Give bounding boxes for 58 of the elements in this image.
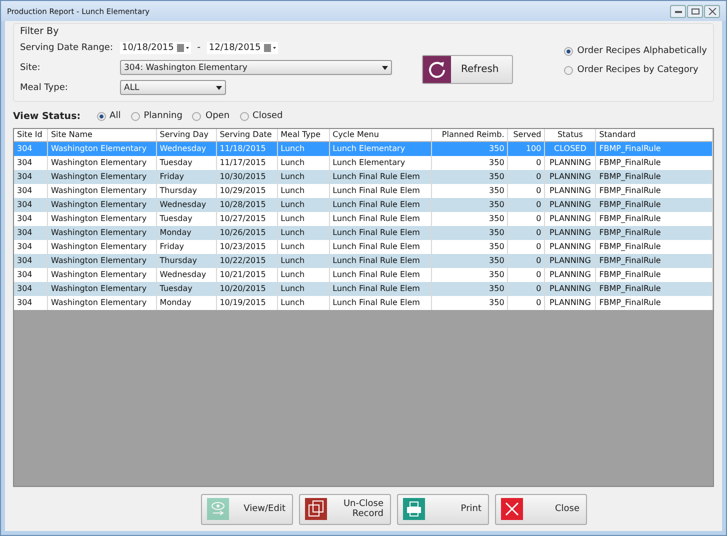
table-row[interactable]: 304 Washington Elementary Wednesday 10/21/2015 Lunch Lunch Final Rule Elem 350 0 PLANNING FBMP_FinalRule bbox=[14, 268, 713, 282]
table-cell: 10/19/2015 bbox=[216, 296, 278, 310]
order-radio[interactable]: Order Recipes by Category bbox=[564, 65, 707, 75]
table-row[interactable]: 304 Washington Elementary Thursday 10/29/2015 Lunch Lunch Final Rule Elem 350 0 PLANNING FBMP_FinalRule bbox=[14, 184, 713, 198]
table-row[interactable]: 304 Washington Elementary Tuesday 10/20/2015 Lunch Lunch Final Rule Elem 350 0 PLANNING FBMP_FinalRule bbox=[14, 282, 713, 296]
table-cell: 350 bbox=[432, 296, 508, 310]
radio-dot[interactable] bbox=[564, 66, 574, 74]
view-status-label: View Status: bbox=[13, 110, 81, 122]
dropdown-arrow-icon bbox=[216, 86, 222, 90]
range-separator: - bbox=[196, 42, 202, 53]
refresh-icon bbox=[423, 56, 451, 83]
table-cell: Monday bbox=[156, 296, 217, 310]
table-cell: Washington Elementary bbox=[48, 296, 157, 310]
table-cell: 304 bbox=[14, 296, 48, 310]
site-dropdown[interactable]: 304: Washington Elementary bbox=[120, 60, 392, 75]
calendar-icon bbox=[176, 44, 189, 52]
calendar-icon bbox=[264, 44, 276, 52]
table-cell: Lunch Final Rule Elem bbox=[330, 296, 432, 310]
radio-dot[interactable] bbox=[564, 46, 574, 56]
close-icon bbox=[708, 8, 716, 14]
date-field[interactable]: 12/18/2015 bbox=[206, 42, 278, 54]
table-row[interactable]: 304 Washington Elementary Monday 10/26/2015 Lunch Lunch Final Rule Elem 350 0 PLANNING FBMP_FinalRule bbox=[14, 226, 713, 240]
maximize-icon bbox=[690, 8, 700, 14]
table-row[interactable]: 304 Washington Elementary Tuesday 11/17/2015 Lunch Lunch Elementary 350 0 PLANNING FBMP_FinalRule bbox=[14, 156, 713, 170]
action-button[interactable]: Un-Close Record bbox=[298, 494, 390, 524]
date-field[interactable]: 10/18/2015 bbox=[120, 42, 191, 54]
field-label: Serving Date Range: bbox=[20, 42, 114, 52]
table-row[interactable]: 304 Washington Elementary Wednesday 10/28/2015 Lunch Lunch Final Rule Elem 350 0 PLANNING FBMP_FinalRule bbox=[14, 198, 713, 212]
table-row[interactable]: 304 Washington Elementary Tuesday 10/27/2015 Lunch Lunch Final Rule Elem 350 0 PLANNING FBMP_FinalRule bbox=[14, 212, 713, 226]
meal-type-dropdown[interactable]: ALL bbox=[120, 80, 226, 95]
order-radio[interactable]: Order Recipes Alphabetically bbox=[564, 46, 707, 56]
table-cell: 0 bbox=[508, 296, 546, 310]
field-label: Site: bbox=[20, 62, 42, 72]
status-radio[interactable]: Closed bbox=[240, 111, 283, 121]
table-row[interactable]: 304 Washington Elementary Friday 10/23/2015 Lunch Lunch Final Rule Elem 350 0 PLANNING FBMP_FinalRule bbox=[14, 240, 713, 254]
dropdown-arrow-icon bbox=[382, 66, 388, 70]
action-button[interactable]: Print bbox=[396, 494, 488, 524]
filter-title: Filter By bbox=[20, 26, 60, 37]
status-radio[interactable]: Open bbox=[192, 111, 230, 121]
status-radio[interactable]: All bbox=[96, 111, 121, 121]
action-button[interactable]: Close bbox=[494, 494, 586, 524]
radio-dot[interactable] bbox=[240, 112, 249, 120]
radio-dot[interactable] bbox=[96, 112, 106, 120]
minimize-icon bbox=[674, 8, 682, 14]
table-cell: FBMP_FinalRule bbox=[596, 296, 714, 310]
minimize-button[interactable] bbox=[670, 4, 686, 18]
table-row[interactable]: 304 Washington Elementary Friday 10/30/2015 Lunch Lunch Final Rule Elem 350 0 PLANNING FBMP_FinalRule bbox=[14, 170, 713, 184]
status-radio[interactable]: Planning bbox=[130, 111, 182, 121]
radio-dot[interactable] bbox=[192, 112, 202, 120]
close-button[interactable] bbox=[704, 4, 720, 18]
table-row[interactable]: 304 Washington Elementary Thursday 10/22/2015 Lunch Lunch Final Rule Elem 350 0 PLANNING FBMP_FinalRule bbox=[14, 254, 713, 268]
refresh-button[interactable]: Refresh bbox=[422, 55, 513, 84]
radio-dot[interactable] bbox=[130, 112, 140, 120]
table-cell: PLANNING bbox=[545, 296, 596, 310]
table-cell: Lunch bbox=[278, 296, 330, 310]
maximize-button[interactable] bbox=[687, 4, 703, 18]
table-row[interactable]: 304 Washington Elementary Monday 10/19/2015 Lunch Lunch Final Rule Elem 350 0 PLANNING FBMP_FinalRule bbox=[14, 296, 713, 310]
field-label: Meal Type: bbox=[20, 82, 69, 92]
